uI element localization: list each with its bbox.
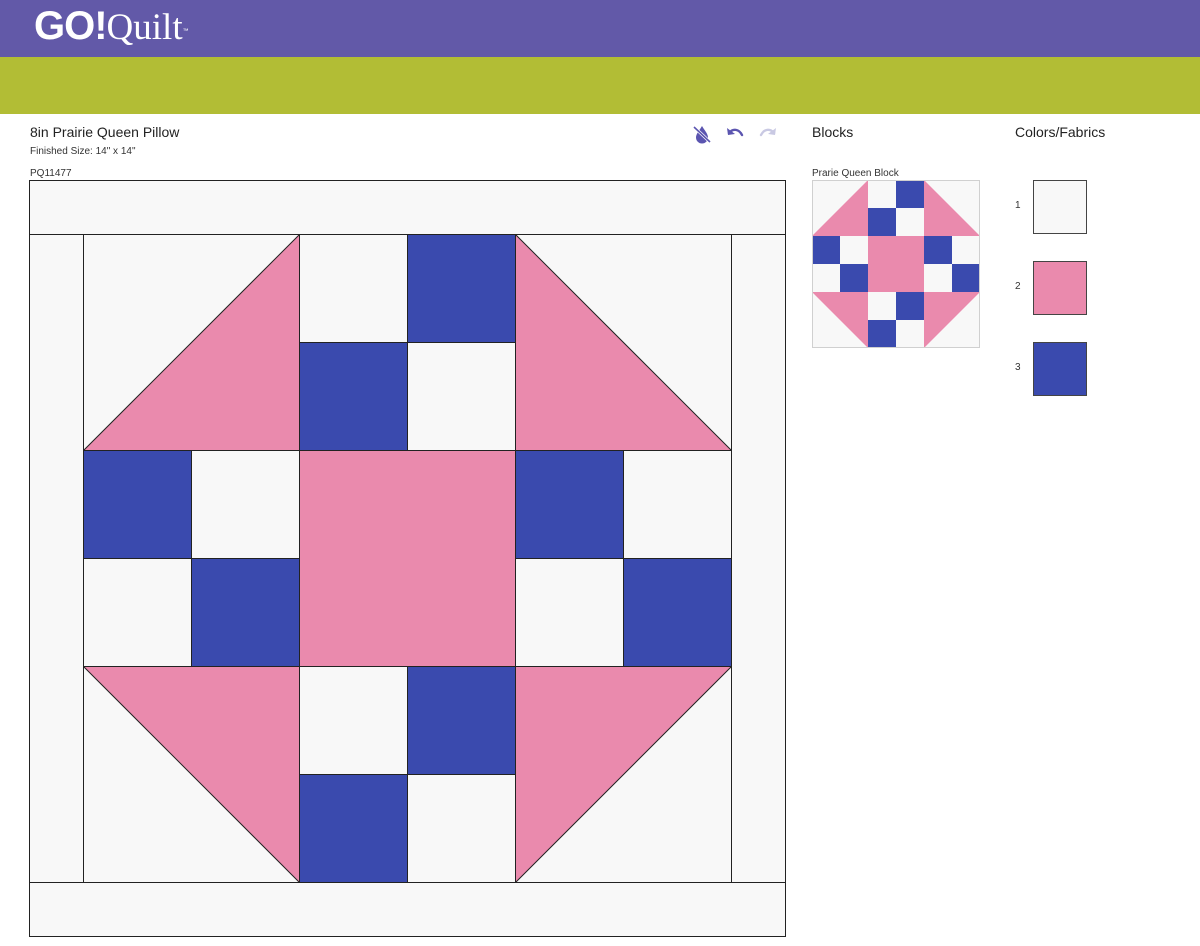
four-patch-white-square[interactable] (896, 320, 924, 348)
four-patch-white-square[interactable] (299, 234, 408, 343)
four-patch-white-square[interactable] (623, 450, 732, 559)
fabric-swatch-row-2[interactable]: 2 (1015, 261, 1087, 315)
fabric-swatch-row-1[interactable]: 1 (1015, 180, 1087, 234)
four-patch-blue-square[interactable] (299, 342, 408, 451)
four-patch-white-square[interactable] (407, 342, 516, 451)
four-patch-blue-square[interactable] (868, 208, 896, 236)
four-patch-white-square[interactable] (840, 236, 868, 264)
pattern-sku: PQ11477 (30, 168, 72, 179)
header-bar: GO!Quilt™ (0, 0, 1200, 57)
quilt-pillow-design[interactable] (29, 180, 786, 937)
finished-size-label: Finished Size: 14" x 14" (30, 146, 136, 157)
fabric-number: 1 (1015, 200, 1021, 211)
color-fill-toggle-button[interactable] (691, 124, 713, 144)
goquilt-logo[interactable]: GO!Quilt™ (34, 4, 189, 49)
four-patch-blue-square[interactable] (924, 236, 952, 264)
colors-fabrics-heading: Colors/Fabrics (1015, 124, 1106, 140)
four-patch-blue-square[interactable] (812, 236, 840, 264)
undo-icon (727, 128, 744, 137)
center-square-patch[interactable] (299, 450, 516, 667)
four-patch-blue-square[interactable] (407, 234, 516, 343)
logo-trademark: ™ (182, 28, 189, 35)
four-patch-blue-square[interactable] (83, 450, 192, 559)
fabric-swatch-row-3[interactable]: 3 (1015, 342, 1087, 396)
four-patch-white-square[interactable] (896, 208, 924, 236)
logo-quilt-text: Quilt (106, 7, 183, 48)
fabric-color-swatch[interactable] (1033, 261, 1087, 315)
four-patch-blue-square[interactable] (623, 558, 732, 667)
logo-go-text: GO! (34, 4, 108, 48)
undo-button[interactable] (724, 124, 746, 144)
color-fill-off-icon (692, 125, 712, 144)
four-patch-white-square[interactable] (868, 180, 896, 208)
four-patch-blue-square[interactable] (515, 450, 624, 559)
block-thumbnail[interactable] (812, 180, 980, 348)
center-square-patch[interactable] (868, 236, 924, 292)
redo-icon (759, 128, 776, 137)
accent-bar (0, 57, 1200, 114)
four-patch-white-square[interactable] (868, 292, 896, 320)
blocks-heading: Blocks (812, 124, 854, 140)
four-patch-white-square[interactable] (924, 264, 952, 292)
fabric-number: 3 (1015, 362, 1021, 373)
prairie-queen-block-preview[interactable] (812, 180, 980, 348)
four-patch-blue-square[interactable] (952, 264, 980, 292)
pattern-title: 8in Prairie Queen Pillow (30, 124, 180, 140)
quilt-design-canvas[interactable] (29, 180, 786, 937)
four-patch-blue-square[interactable] (896, 180, 924, 208)
fabric-color-swatch[interactable] (1033, 180, 1087, 234)
fabric-number: 2 (1015, 281, 1021, 292)
four-patch-blue-square[interactable] (840, 264, 868, 292)
fabric-color-swatch[interactable] (1033, 342, 1087, 396)
block-name-label: Prarie Queen Block (812, 168, 899, 179)
four-patch-blue-square[interactable] (868, 320, 896, 348)
four-patch-white-square[interactable] (83, 558, 192, 667)
four-patch-blue-square[interactable] (896, 292, 924, 320)
four-patch-white-square[interactable] (515, 558, 624, 667)
four-patch-white-square[interactable] (299, 666, 408, 775)
four-patch-white-square[interactable] (952, 236, 980, 264)
four-patch-blue-square[interactable] (407, 666, 516, 775)
four-patch-blue-square[interactable] (191, 558, 300, 667)
four-patch-white-square[interactable] (407, 774, 516, 883)
four-patch-white-square[interactable] (812, 264, 840, 292)
redo-button[interactable] (757, 124, 779, 144)
four-patch-blue-square[interactable] (299, 774, 408, 883)
four-patch-white-square[interactable] (191, 450, 300, 559)
